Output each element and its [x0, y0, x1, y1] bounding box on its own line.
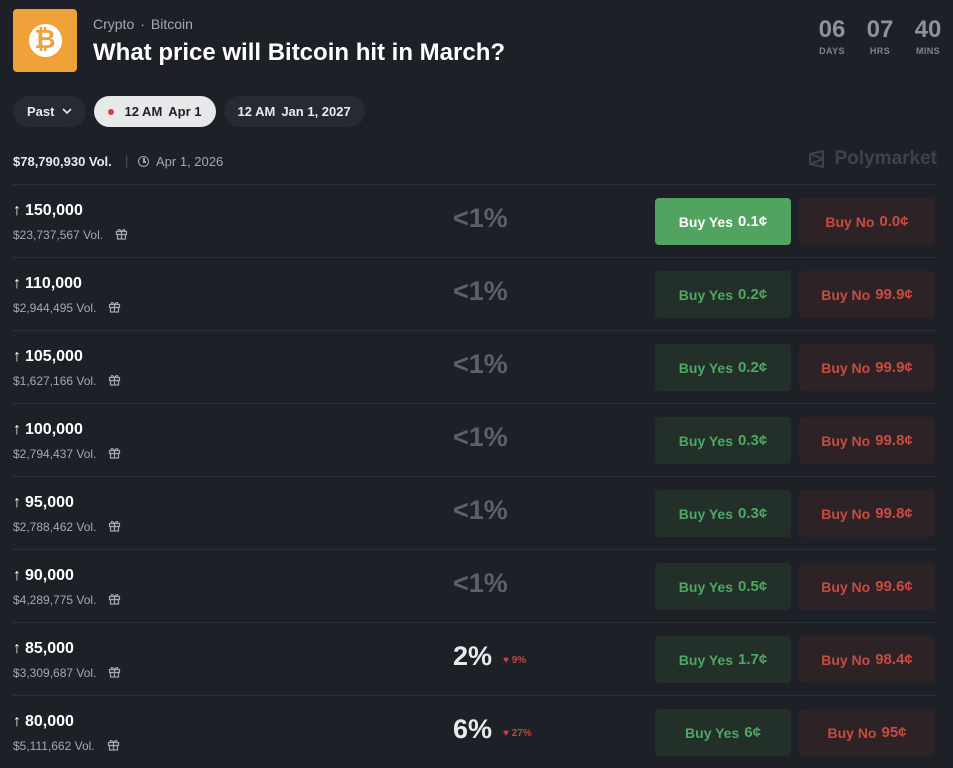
strike-label: ↑ 150,000	[13, 202, 83, 219]
total-volume: $78,790,930 Vol.	[13, 154, 112, 169]
strike-label: ↑ 110,000	[13, 275, 82, 292]
buy-yes-button[interactable]: Buy Yes 0.2¢	[655, 271, 791, 318]
strike-label: ↑ 80,000	[13, 713, 74, 730]
chevron-down-icon	[62, 106, 73, 118]
market-row[interactable]: ↑ 110,000 $2,944,495 Vol. <1% Buy Yes 0.2¢…	[13, 257, 937, 330]
row-volume: $5,111,662 Vol.	[13, 738, 120, 754]
row-volume: $2,794,437 Vol.	[13, 446, 121, 462]
market-row[interactable]: ↑ 95,000 $2,788,462 Vol. <1% Buy Yes 0.3¢ …	[13, 476, 937, 549]
buy-no-button[interactable]: Buy No 0.0¢	[799, 198, 935, 245]
gift-icon[interactable]	[108, 519, 121, 535]
probability-change: ♥ 27%	[503, 728, 532, 739]
probability: 6%	[453, 714, 493, 744]
market-row[interactable]: ↑ 100,000 $2,794,437 Vol. <1% Buy Yes 0.3¢…	[13, 403, 937, 476]
buy-yes-button[interactable]: Buy Yes 1.7¢	[655, 636, 791, 683]
buy-yes-button[interactable]: Buy Yes 0.5¢	[655, 563, 791, 610]
buy-no-button[interactable]: Buy No 95¢	[799, 709, 935, 756]
probability: <1%	[453, 276, 508, 306]
strike-label: ↑ 105,000	[13, 348, 83, 365]
row-volume: $2,788,462 Vol.	[13, 519, 121, 535]
countdown: 06 DAYS 07 HRS 40 MINS	[817, 16, 943, 56]
gift-icon[interactable]	[108, 446, 121, 462]
bitcoin-logo: ₿	[13, 9, 77, 72]
gift-icon[interactable]	[107, 738, 120, 754]
market-meta: $78,790,930 Vol. | Apr 1, 2026 Polymarke…	[13, 148, 937, 172]
probability: 2%	[453, 641, 493, 671]
bitcoin-icon: ₿	[28, 24, 62, 57]
probability: <1%	[453, 422, 508, 452]
gift-icon[interactable]	[108, 592, 121, 608]
buy-yes-button[interactable]: Buy Yes 0.3¢	[655, 417, 791, 464]
divider: |	[125, 153, 129, 168]
end-date: Apr 1, 2026	[138, 154, 223, 169]
market-row[interactable]: ↑ 105,000 $1,627,166 Vol. <1% Buy Yes 0.2¢…	[13, 330, 937, 403]
buy-no-button[interactable]: Buy No 99.9¢	[799, 344, 935, 391]
strike-label: ↑ 95,000	[13, 494, 74, 511]
heart-down-icon: ♥	[503, 728, 509, 739]
buy-no-button[interactable]: Buy No 98.4¢	[799, 636, 935, 683]
probability: <1%	[453, 495, 508, 525]
clock-icon	[138, 156, 149, 167]
row-volume: $2,944,495 Vol.	[13, 300, 121, 316]
probability: <1%	[453, 568, 508, 598]
buy-yes-button[interactable]: Buy Yes 6¢	[655, 709, 791, 756]
buy-no-button[interactable]: Buy No 99.8¢	[799, 417, 935, 464]
breadcrumb-crypto[interactable]: Crypto	[93, 16, 134, 32]
polymarket-brand: Polymarket	[807, 148, 937, 170]
buy-yes-button[interactable]: Buy Yes 0.2¢	[655, 344, 791, 391]
row-volume: $3,309,687 Vol.	[13, 665, 121, 681]
market-row[interactable]: ↑ 80,000 $5,111,662 Vol. 6% ♥ 27% Buy Yes…	[13, 695, 937, 768]
buy-yes-button[interactable]: Buy Yes 0.1¢	[655, 198, 791, 245]
buy-yes-button[interactable]: Buy Yes 0.3¢	[655, 490, 791, 537]
buy-no-button[interactable]: Buy No 99.9¢	[799, 271, 935, 318]
row-volume: $23,737,567 Vol.	[13, 227, 128, 243]
countdown-minutes: 40 MINS	[914, 16, 942, 56]
date-pill-jan-1-2027[interactable]: 12 AM Jan 1, 2027	[223, 96, 365, 127]
date-pill-apr-1[interactable]: 12 AM Apr 1	[94, 96, 216, 127]
buy-no-button[interactable]: Buy No 99.6¢	[799, 563, 935, 610]
buy-no-button[interactable]: Buy No 99.8¢	[799, 490, 935, 537]
probability: <1%	[453, 203, 508, 233]
probability: <1%	[453, 349, 508, 379]
probability-change: ♥ 9%	[503, 655, 527, 666]
heart-down-icon: ♥	[503, 655, 509, 666]
date-pills: Past 12 AM Apr 1 12 AM Jan 1, 2027	[13, 96, 365, 127]
gift-icon[interactable]	[108, 665, 121, 681]
market-header: ₿ Crypto · Bitcoin What price will Bitcoin…	[13, 9, 943, 72]
market-list: ↑ 150,000 $23,737,567 Vol. <1% Buy Yes 0.1…	[13, 184, 937, 768]
past-dropdown[interactable]: Past	[13, 96, 87, 127]
gift-icon[interactable]	[108, 373, 121, 389]
strike-label: ↑ 85,000	[13, 640, 74, 657]
strike-label: ↑ 90,000	[13, 567, 74, 584]
breadcrumb: Crypto · Bitcoin	[93, 16, 193, 32]
market-row[interactable]: ↑ 150,000 $23,737,567 Vol. <1% Buy Yes 0.1…	[13, 184, 937, 257]
market-row[interactable]: ↑ 90,000 $4,289,775 Vol. <1% Buy Yes 0.5¢ …	[13, 549, 937, 622]
market-row[interactable]: ↑ 85,000 $3,309,687 Vol. 2% ♥ 9% Buy Yes 1…	[13, 622, 937, 695]
strike-label: ↑ 100,000	[13, 421, 83, 438]
countdown-hours: 07 HRS	[866, 16, 894, 56]
polymarket-logo-icon	[808, 150, 824, 168]
gift-icon[interactable]	[115, 227, 128, 243]
countdown-days: 06 DAYS	[818, 16, 846, 56]
page-title: What price will Bitcoin hit in March?	[93, 39, 506, 66]
breadcrumb-bitcoin[interactable]: Bitcoin	[151, 16, 193, 32]
gift-icon[interactable]	[108, 300, 121, 316]
row-volume: $4,289,775 Vol.	[13, 592, 121, 608]
live-dot-icon	[108, 108, 115, 115]
row-volume: $1,627,166 Vol.	[13, 373, 121, 389]
